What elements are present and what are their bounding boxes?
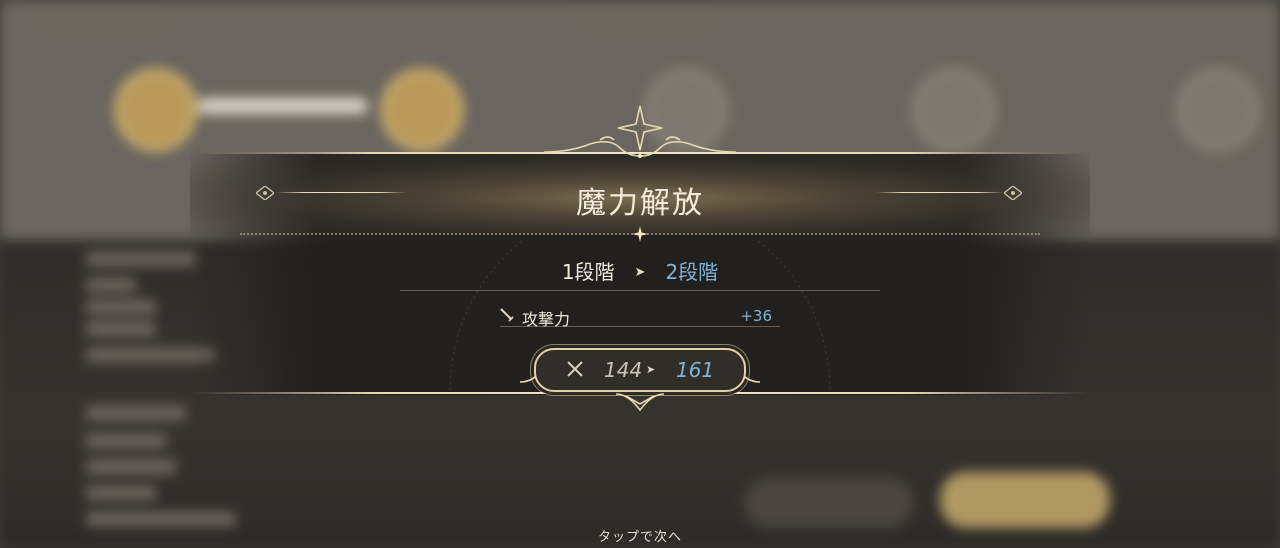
bg-header-tab [570, 12, 710, 26]
bg-list-line [86, 460, 176, 474]
bg-progress-bar [198, 98, 368, 114]
dialog-title: 魔力解放 [576, 186, 704, 221]
bg-list-line [86, 406, 186, 420]
bg-list-line [86, 300, 156, 314]
bg-stage-node [1176, 68, 1260, 152]
bg-list-line [86, 434, 166, 448]
bg-stage-node [114, 68, 198, 152]
bg-stage-node [380, 68, 464, 152]
bottom-ornament [519, 375, 761, 412]
bg-header-text [20, 12, 160, 26]
bg-list-line [86, 486, 156, 500]
bg-button [744, 478, 914, 528]
bg-stage-node [912, 68, 996, 152]
tap-to-continue-hint[interactable]: タップで次へ [0, 526, 1280, 545]
bg-button [940, 472, 1110, 528]
top-ornament [543, 105, 737, 158]
bg-list-line [86, 322, 156, 336]
bg-list-line [86, 512, 236, 526]
